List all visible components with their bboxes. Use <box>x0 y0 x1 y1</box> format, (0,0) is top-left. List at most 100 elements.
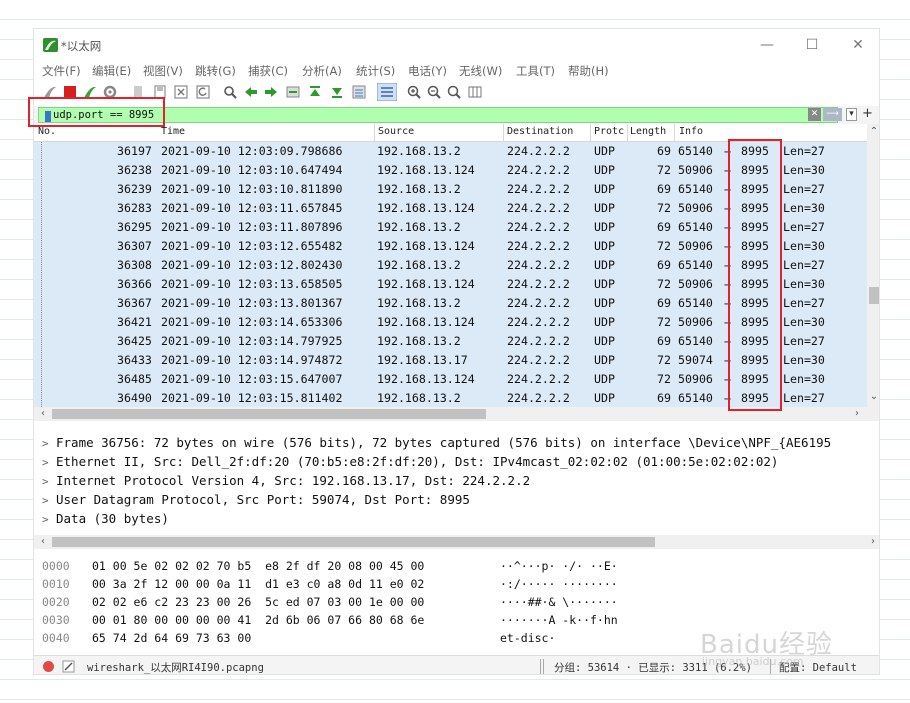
detail-ethernet[interactable]: > Ethernet II, Src: Dell_2f:df:20 (70:b5:… <box>42 454 778 473</box>
table-row[interactable]: 36490 2021-09-10 12:03:15.811402 192.168.1… <box>34 389 867 407</box>
col-divider[interactable] <box>590 124 591 142</box>
table-row[interactable]: 36485 2021-09-10 12:03:15.647007 192.168.1… <box>34 370 867 389</box>
packet-list-vscrollbar[interactable]: ⌃ ⌄ <box>867 124 879 407</box>
scroll-thumb[interactable] <box>52 537 655 547</box>
table-row[interactable]: 36367 2021-09-10 12:03:13.801367 192.168.1… <box>34 294 867 313</box>
save-icon[interactable] <box>152 84 168 100</box>
col-source[interactable]: Source <box>378 126 414 137</box>
table-row[interactable]: 36433 2021-09-10 12:03:14.974872 192.168.1… <box>34 351 867 370</box>
hex-ascii[interactable]: ····##·& \······· <box>500 595 618 613</box>
minimize-button[interactable]: — <box>753 35 781 55</box>
hex-ascii[interactable]: ·:/····· ········ <box>500 577 618 595</box>
col-no[interactable]: No. <box>38 126 56 137</box>
table-row[interactable]: 36283 2021-09-10 12:03:11.657845 192.168.1… <box>34 199 867 218</box>
scroll-right-icon[interactable]: › <box>866 535 879 549</box>
maximize-button[interactable]: ☐ <box>798 35 826 55</box>
display-filter-input[interactable]: udp.port == 8995 <box>38 107 838 123</box>
menu-view[interactable]: 视图(V) <box>143 63 183 79</box>
hex-bytes[interactable]: 00 3a 2f 12 00 00 0a 11 d1 e3 c0 a8 0d 1… <box>92 577 424 595</box>
col-divider[interactable] <box>503 124 504 142</box>
menu-capture[interactable]: 捕获(C) <box>248 63 288 79</box>
edit-comment-icon[interactable] <box>62 660 75 673</box>
last-icon[interactable] <box>329 84 345 100</box>
close-file-icon[interactable] <box>173 84 189 100</box>
col-divider[interactable] <box>627 124 628 142</box>
col-divider[interactable] <box>674 124 675 142</box>
col-protocol[interactable]: Protc <box>594 126 627 137</box>
zoom-out-icon[interactable] <box>426 84 442 100</box>
goto-icon[interactable] <box>285 84 301 100</box>
details-hscrollbar[interactable]: ‹ › <box>34 535 879 549</box>
menu-help[interactable]: 帮助(H) <box>568 63 609 79</box>
hex-ascii[interactable]: et-disc· <box>500 631 555 649</box>
scroll-right-icon[interactable]: › <box>850 407 864 421</box>
menu-file[interactable]: 文件(F) <box>42 63 81 79</box>
table-row[interactable]: 36238 2021-09-10 12:03:10.647494 192.168.1… <box>34 161 867 180</box>
table-row[interactable]: 36421 2021-09-10 12:03:14.653306 192.168.1… <box>34 313 867 332</box>
detail-udp[interactable]: > User Datagram Protocol, Src Port: 59074… <box>42 492 470 511</box>
stop-icon[interactable] <box>62 84 78 100</box>
menu-wireless[interactable]: 无线(W) <box>459 63 502 79</box>
clear-filter-icon[interactable]: ✕ <box>808 108 821 121</box>
detail-data[interactable]: > Data (30 bytes) <box>42 511 169 530</box>
bookmark-icon[interactable] <box>45 111 51 122</box>
menu-telephony[interactable]: 电话(Y) <box>408 63 447 79</box>
table-row[interactable]: 36239 2021-09-10 12:03:10.811890 192.168.1… <box>34 180 867 199</box>
scroll-down-icon[interactable]: ⌄ <box>867 390 879 404</box>
table-row[interactable]: 36307 2021-09-10 12:03:12.655482 192.168.1… <box>34 237 867 256</box>
resize-columns-icon[interactable] <box>467 84 483 100</box>
detail-frame[interactable]: > Frame 36756: 72 bytes on wire (576 bits… <box>42 435 831 454</box>
menu-edit[interactable]: 编辑(E) <box>92 63 131 79</box>
hex-bytes[interactable]: 02 02 e6 c2 23 23 00 26 5c ed 07 03 00 1… <box>92 595 424 613</box>
open-file-icon[interactable] <box>130 84 146 100</box>
scroll-left-icon[interactable]: ‹ <box>36 407 50 421</box>
filter-history-dropdown[interactable]: ▾ <box>846 108 857 121</box>
apply-filter-icon[interactable]: ⟶ <box>823 108 842 121</box>
options-gear-icon[interactable] <box>102 84 118 100</box>
col-divider[interactable] <box>374 124 375 142</box>
chevron-right-icon[interactable]: > <box>42 494 56 507</box>
autoscroll-icon[interactable] <box>351 84 367 100</box>
restart-icon[interactable] <box>82 84 98 100</box>
table-row[interactable]: 36366 2021-09-10 12:03:13.658505 192.168.1… <box>34 275 867 294</box>
chevron-right-icon[interactable]: > <box>42 437 56 450</box>
scroll-thumb[interactable] <box>869 287 879 304</box>
back-icon[interactable] <box>243 84 259 100</box>
colorize-icon[interactable] <box>377 83 397 101</box>
scroll-left-icon[interactable]: ‹ <box>36 535 50 549</box>
chevron-right-icon[interactable]: > <box>42 475 56 488</box>
col-destination[interactable]: Destination <box>507 126 573 137</box>
menu-tools[interactable]: 工具(T) <box>516 63 555 79</box>
add-filter-button[interactable]: + <box>862 106 873 121</box>
packet-list-hscrollbar[interactable]: ‹ › <box>34 407 879 421</box>
forward-icon[interactable] <box>263 84 279 100</box>
hex-bytes[interactable]: 00 01 80 00 00 00 00 41 2d 6b 06 07 66 8… <box>92 613 424 631</box>
reload-icon[interactable] <box>195 84 211 100</box>
scroll-thumb[interactable] <box>52 409 486 419</box>
zoom-in-icon[interactable] <box>406 84 422 100</box>
menu-statistics[interactable]: 统计(S) <box>356 63 395 79</box>
scroll-up-icon[interactable]: ⌃ <box>867 125 879 139</box>
hex-bytes[interactable]: 65 74 2d 64 69 73 63 00 <box>92 631 251 649</box>
chevron-right-icon[interactable]: > <box>42 456 56 469</box>
detail-ipv4[interactable]: > Internet Protocol Version 4, Src: 192.1… <box>42 473 530 492</box>
col-time[interactable]: Time <box>161 126 185 137</box>
find-icon[interactable] <box>222 84 238 100</box>
chevron-right-icon[interactable]: > <box>42 513 56 526</box>
hex-bytes[interactable]: 01 00 5e 02 02 02 70 b5 e8 2f df 20 08 0… <box>92 559 424 577</box>
menu-go[interactable]: 跳转(G) <box>195 63 236 79</box>
shark-fin-icon[interactable] <box>42 84 58 100</box>
table-row[interactable]: 36295 2021-09-10 12:03:11.807896 192.168.1… <box>34 218 867 237</box>
hex-ascii[interactable]: ··^···p· ·/· ··E· <box>500 559 618 577</box>
capture-status-icon[interactable] <box>43 661 54 672</box>
col-info[interactable]: Info <box>679 126 703 137</box>
col-length[interactable]: Length <box>630 126 666 137</box>
hex-ascii[interactable]: ·······A -k··f·hn <box>500 613 618 631</box>
table-row[interactable]: 36197 2021-09-10 12:03:09.798686 192.168.1… <box>34 142 867 161</box>
close-button[interactable]: ✕ <box>844 35 872 55</box>
zoom-reset-icon[interactable] <box>446 84 462 100</box>
first-icon[interactable] <box>307 84 323 100</box>
menu-analyze[interactable]: 分析(A) <box>302 63 342 79</box>
table-row[interactable]: 36308 2021-09-10 12:03:12.802430 192.168.1… <box>34 256 867 275</box>
table-row[interactable]: 36425 2021-09-10 12:03:14.797925 192.168.1… <box>34 332 867 351</box>
